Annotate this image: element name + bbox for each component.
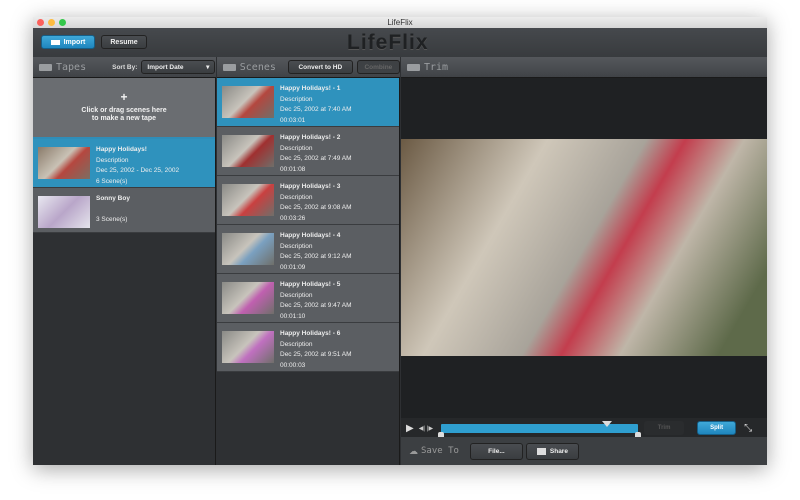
share-icon: [536, 447, 546, 455]
scene-date: Dec 25, 2002 at 9:47 AM: [280, 302, 352, 309]
file-button[interactable]: File...: [469, 442, 523, 460]
step-back-icon[interactable]: ◀|: [419, 425, 425, 432]
plus-icon: +: [120, 89, 128, 104]
zoom-button[interactable]: [59, 19, 66, 26]
close-button[interactable]: [37, 19, 44, 26]
trim-panel: ▶ ◀| |▶ Trim Split ⤡ ☁ Save To File... S…: [401, 78, 767, 465]
tape-item[interactable]: Sonny Boy 3 Scene(s): [33, 188, 215, 233]
trim-end-handle[interactable]: [635, 431, 642, 437]
split-button[interactable]: Split: [697, 421, 737, 435]
scenes-title: Scenes: [239, 61, 276, 73]
tape-dates: Dec 25, 2002 - Dec 25, 2002: [96, 167, 180, 174]
tape-scene-count: 3 Scene(s): [96, 215, 128, 223]
tape-scene-count: 6 Scene(s): [96, 177, 128, 185]
scene-date: Dec 25, 2002 at 9:08 AM: [280, 204, 352, 211]
video-preview[interactable]: [401, 139, 767, 356]
scene-description: Description: [280, 95, 313, 103]
scene-duration: 00:03:01: [280, 116, 306, 124]
scene-description: Description: [280, 144, 313, 152]
dropzone-text-2: to make a new tape: [91, 114, 157, 122]
scene-date: Dec 25, 2002 at 7:40 AM: [280, 106, 352, 113]
scene-item[interactable]: Happy Holidays! - 5 Description Dec 25, 20…: [217, 274, 399, 323]
scene-title: Happy Holidays! - 3: [280, 183, 341, 190]
scenes-list: Happy Holidays! - 1 Description Dec 25, 20…: [217, 78, 400, 465]
share-button[interactable]: Share: [525, 442, 579, 460]
scene-duration: 00:01:10: [280, 312, 306, 320]
app-window: LifeFlix Import Resume LifeFlix Tapes So…: [33, 17, 767, 465]
trim-start-handle[interactable]: [438, 431, 445, 437]
scene-title: Happy Holidays! - 6: [280, 330, 341, 337]
scene-duration: 00:03:26: [280, 214, 306, 222]
scene-date: Dec 25, 2002 at 9:51 AM: [280, 351, 352, 358]
tape-description: Description: [96, 156, 129, 164]
scene-date: Dec 25, 2002 at 9:12 AM: [280, 253, 352, 260]
scene-title: Happy Holidays! - 1: [280, 85, 341, 92]
tapes-title: Tapes: [56, 61, 87, 73]
tapes-list: + Click or drag scenes here to make a ne…: [33, 78, 216, 465]
tape-icon: [39, 63, 52, 71]
scene-title: Happy Holidays! - 2: [280, 134, 341, 141]
scene-thumbnail: [222, 184, 274, 216]
convert-to-hd-button[interactable]: Convert to HD: [287, 60, 353, 74]
tapes-header: Tapes Sort By: Import Date ▾: [33, 57, 216, 78]
scene-duration: 00:01:09: [280, 263, 306, 271]
tape-title: Happy Holidays!: [96, 146, 147, 153]
toolbar: Import Resume LifeFlix: [33, 28, 767, 57]
fullscreen-icon[interactable]: ⤡: [744, 423, 752, 434]
combine-button[interactable]: Combine: [356, 60, 400, 74]
sort-label: Sort By:: [112, 63, 138, 71]
app-logo: LifeFlix: [347, 31, 429, 54]
scene-date: Dec 25, 2002 at 7:49 AM: [280, 155, 352, 162]
scene-title: Happy Holidays! - 4: [280, 232, 341, 239]
scene-duration: 00:01:08: [280, 165, 306, 173]
step-forward-icon[interactable]: |▶: [427, 425, 433, 432]
scene-item[interactable]: Happy Holidays! - 3 Description Dec 25, 20…: [217, 176, 399, 225]
scene-item[interactable]: Happy Holidays! - 2 Description Dec 25, 20…: [217, 127, 399, 176]
scene-thumbnail: [222, 282, 274, 314]
import-button[interactable]: Import: [41, 35, 95, 49]
share-label: Share: [549, 447, 568, 455]
dropzone-text-1: Click or drag scenes here: [81, 106, 167, 114]
camera-icon: [50, 39, 60, 45]
save-to-label: Save To: [421, 446, 459, 456]
new-tape-dropzone[interactable]: + Click or drag scenes here to make a ne…: [33, 78, 215, 139]
trim-timeline[interactable]: [438, 420, 642, 437]
scene-item[interactable]: Happy Holidays! - 1 Description Dec 25, 20…: [217, 78, 399, 127]
playhead-handle[interactable]: [601, 420, 612, 427]
scene-item[interactable]: Happy Holidays! - 4 Description Dec 25, 20…: [217, 225, 399, 274]
tape-thumbnail: [38, 147, 90, 179]
scene-description: Description: [280, 340, 313, 348]
scene-title: Happy Holidays! - 5: [280, 281, 341, 288]
scene-description: Description: [280, 291, 313, 299]
import-label: Import: [63, 38, 86, 46]
resume-button[interactable]: Resume: [101, 35, 147, 49]
trim-button[interactable]: Trim: [644, 421, 685, 435]
trim-header: Trim: [401, 57, 767, 78]
scene-duration: 00:00:03: [280, 361, 306, 369]
window-title: LifeFlix: [387, 18, 413, 27]
cloud-icon: ☁: [409, 445, 418, 456]
chevron-down-icon: ▾: [206, 64, 210, 71]
playback-controls: ▶ ◀| |▶ Trim Split ⤡: [401, 418, 767, 438]
scene-thumbnail: [222, 233, 274, 265]
scene-description: Description: [280, 242, 313, 250]
scene-thumbnail: [222, 86, 274, 118]
tape-item[interactable]: Happy Holidays! Description Dec 25, 2002 -…: [33, 139, 215, 188]
title-bar: LifeFlix: [33, 17, 767, 28]
scene-thumbnail: [222, 135, 274, 167]
trim-title: Trim: [424, 61, 449, 73]
clapper-icon: [223, 63, 236, 71]
scene-item[interactable]: Happy Holidays! - 6 Description Dec 25, 20…: [217, 323, 399, 372]
tape-thumbnail: [38, 196, 90, 228]
minimize-button[interactable]: [48, 19, 55, 26]
tape-title: Sonny Boy: [96, 195, 130, 202]
trim-icon: [407, 63, 420, 71]
scenes-header: Scenes Convert to HD Combine: [217, 57, 400, 78]
sort-dropdown[interactable]: Import Date ▾: [141, 60, 216, 74]
sort-value: Import Date: [147, 63, 184, 71]
scene-description: Description: [280, 193, 313, 201]
save-bar: ☁ Save To File... Share: [401, 437, 767, 465]
scene-thumbnail: [222, 331, 274, 363]
play-icon[interactable]: ▶: [406, 423, 414, 434]
